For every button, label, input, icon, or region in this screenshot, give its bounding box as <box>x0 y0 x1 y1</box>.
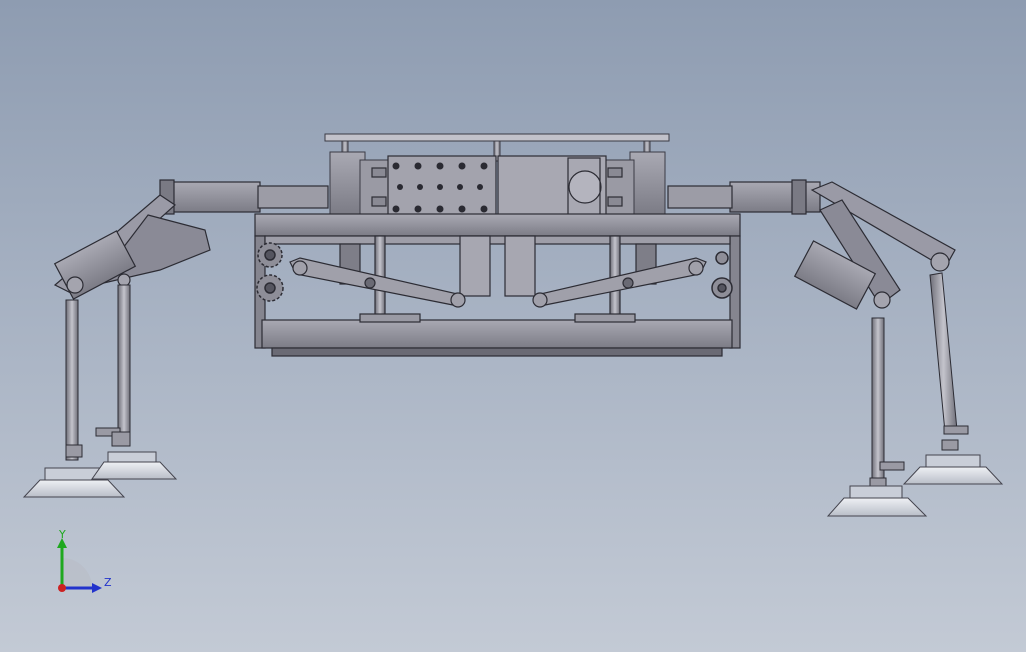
base-plate <box>261 313 733 357</box>
suction-cups <box>22 451 1004 517</box>
triad-axes <box>57 538 102 593</box>
legs <box>65 272 958 484</box>
x-axis-dot <box>58 584 66 592</box>
foot-fittings <box>65 425 969 489</box>
robot-assembly-model[interactable] <box>0 0 1026 652</box>
z-axis-label: Z <box>104 576 112 589</box>
center-block <box>371 155 623 219</box>
cad-viewport[interactable]: Y Z <box>0 0 1026 652</box>
z-axis-arrow <box>92 583 102 593</box>
coordinate-triad: Y Z <box>40 528 130 608</box>
y-axis-label: Y <box>59 528 66 541</box>
top-plate <box>324 133 670 142</box>
